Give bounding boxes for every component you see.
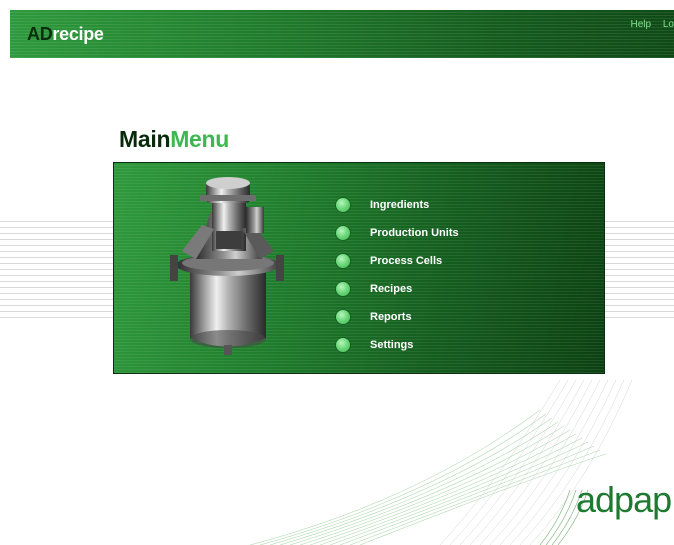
logo-prefix: AD bbox=[27, 24, 53, 44]
adpap-brand-logo: adpap bbox=[576, 479, 672, 520]
menu-item-process-cells[interactable]: Process Cells bbox=[336, 247, 459, 275]
main-menu-panel: Ingredients Production Units Process Cel… bbox=[113, 162, 605, 374]
green-dot-icon bbox=[336, 198, 350, 212]
menu-item-label: Reports bbox=[370, 311, 412, 323]
menu-item-label: Recipes bbox=[370, 283, 413, 295]
menu-item-reports[interactable]: Reports bbox=[336, 303, 459, 331]
decorative-stripes-left bbox=[0, 216, 114, 318]
green-dot-icon bbox=[336, 310, 350, 324]
green-dot-icon bbox=[336, 282, 350, 296]
page-title-main: Main bbox=[119, 126, 171, 152]
page-title-menu: Menu bbox=[170, 126, 230, 152]
green-dot-icon bbox=[336, 254, 350, 268]
menu-item-recipes[interactable]: Recipes bbox=[336, 275, 459, 303]
menu-item-ingredients[interactable]: Ingredients bbox=[336, 191, 459, 219]
decorative-stripes-right bbox=[604, 216, 674, 318]
header-links: Help Lo bbox=[622, 19, 674, 30]
header-bar: ADrecipe Help Lo bbox=[10, 10, 674, 58]
decorative-swoosh-graphic bbox=[249, 380, 633, 545]
menu-item-label: Production Units bbox=[370, 227, 459, 239]
green-dot-icon bbox=[336, 226, 350, 240]
help-link[interactable]: Help bbox=[631, 19, 652, 30]
menu-item-label: Process Cells bbox=[370, 255, 443, 267]
logo-suffix: recipe bbox=[52, 24, 104, 44]
page-title: MainMenu bbox=[119, 126, 229, 153]
menu-item-production-units[interactable]: Production Units bbox=[336, 219, 459, 247]
green-dot-icon bbox=[336, 338, 350, 352]
mixing-vessel-image bbox=[170, 177, 284, 355]
menu-item-label: Settings bbox=[370, 339, 414, 351]
app-logo[interactable]: ADrecipe bbox=[27, 24, 104, 45]
menu-item-label: Ingredients bbox=[370, 199, 430, 211]
main-menu-list: Ingredients Production Units Process Cel… bbox=[336, 191, 459, 359]
menu-item-settings[interactable]: Settings bbox=[336, 331, 459, 359]
logout-link[interactable]: Lo bbox=[663, 19, 674, 30]
